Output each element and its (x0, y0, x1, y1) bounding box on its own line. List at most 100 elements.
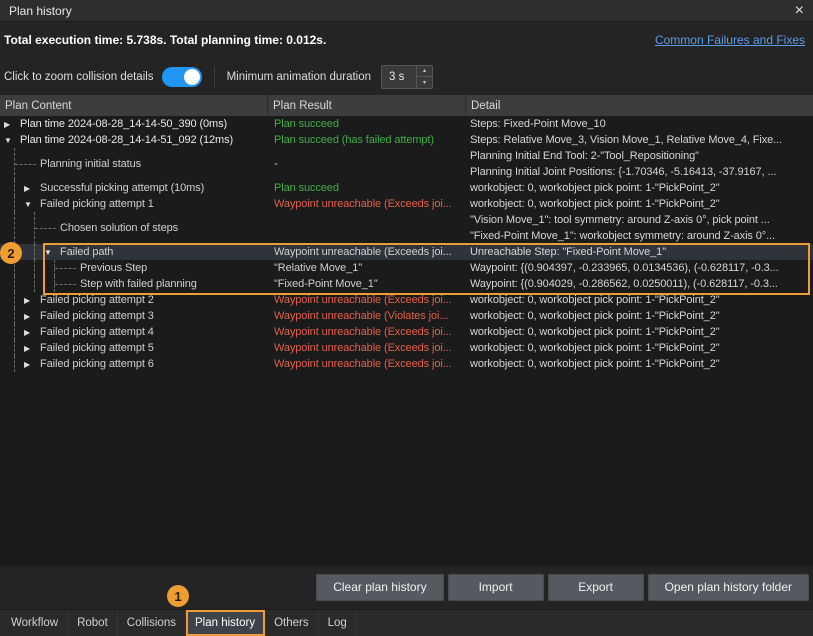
plan-result-cell: Waypoint unreachable (Exceeds joi... (268, 324, 466, 340)
toggle-knob (184, 69, 200, 85)
detail-line: workobject: 0, workobject pick point: 1-… (470, 180, 811, 196)
zoom-collision-toggle[interactable] (162, 67, 202, 87)
tab-plan-history[interactable]: Plan history (186, 610, 265, 636)
plan-row-plan-time-2024-08-28-14-14-51-092-12ms[interactable]: ▼Plan time 2024-08-28_14-14-51_092 (12ms… (0, 132, 813, 148)
plan-content-label: Failed picking attempt 5 (40, 342, 154, 354)
plan-content-label: Failed picking attempt 6 (40, 358, 154, 370)
detail-line: workobject: 0, workobject pick point: 1-… (470, 292, 811, 308)
detail-line: workobject: 0, workobject pick point: 1-… (470, 324, 811, 340)
detail-cell: workobject: 0, workobject pick point: 1-… (466, 356, 813, 372)
tree-expanded-icon[interactable]: ▼ (4, 136, 20, 145)
detail-cell: Waypoint: {(0.904397, -0.233965, 0.01345… (466, 260, 813, 276)
plan-row-successful-picking-attempt-10ms[interactable]: ▶Successful picking attempt (10ms)Plan s… (0, 180, 813, 196)
detail-line: Steps: Fixed-Point Move_10 (470, 116, 811, 132)
plan-row-failed-picking-attempt-3[interactable]: ▶Failed picking attempt 3Waypoint unreac… (0, 308, 813, 324)
plan-result-cell: Waypoint unreachable (Exceeds joi... (268, 340, 466, 356)
detail-cell: workobject: 0, workobject pick point: 1-… (466, 340, 813, 356)
column-header-plan-content[interactable]: Plan Content (0, 95, 268, 116)
close-icon[interactable]: × (795, 3, 804, 19)
plan-row-failed-path[interactable]: ▼Failed path Waypoint unreachable (Exceed… (0, 244, 813, 260)
tab-collisions[interactable]: Collisions (118, 610, 186, 636)
plan-result-cell: Waypoint unreachable (Exceeds joi... (268, 196, 466, 212)
plan-content-label: Failed picking attempt 4 (40, 326, 154, 338)
import-button[interactable]: Import (448, 574, 544, 601)
tree-collapsed-icon[interactable]: ▶ (24, 328, 40, 337)
controls-bar: Click to zoom collision details Minimum … (0, 58, 813, 95)
plan-row-previous-step[interactable]: Previous Step "Relative Move_1"Waypoint: … (0, 260, 813, 276)
tree-collapsed-icon[interactable]: ▶ (24, 296, 40, 305)
open-plan-history-folder-button[interactable]: Open plan history folder (648, 574, 809, 601)
tree-guide (4, 180, 24, 196)
plan-content-label: Failed picking attempt 2 (40, 294, 154, 306)
detail-line: Waypoint: {(0.904397, -0.233965, 0.01345… (470, 260, 811, 276)
column-header-plan-result[interactable]: Plan Result (268, 95, 466, 116)
tree-collapsed-icon[interactable]: ▶ (24, 312, 40, 321)
detail-cell: workobject: 0, workobject pick point: 1-… (466, 324, 813, 340)
tree-collapsed-icon[interactable]: ▶ (24, 344, 40, 353)
tree-connector (64, 260, 80, 276)
spin-up-icon[interactable]: ▴ (417, 66, 432, 78)
plan-content-label: Failed path (60, 246, 113, 258)
zoom-collision-label: Click to zoom collision details (4, 71, 154, 83)
spin-down-icon[interactable]: ▾ (417, 77, 432, 88)
duration-spinbox[interactable]: 3 s ▴ ▾ (381, 65, 433, 89)
window-title: Plan history (9, 4, 72, 18)
plan-row-failed-picking-attempt-6[interactable]: ▶Failed picking attempt 6 Waypoint unreac… (0, 356, 813, 372)
tree-collapsed-icon[interactable]: ▶ (24, 360, 40, 369)
detail-line: workobject: 0, workobject pick point: 1-… (470, 196, 811, 212)
tree-guide (24, 276, 44, 292)
plan-result-cell: Waypoint unreachable (Exceeds joi... (268, 356, 466, 372)
tab-robot[interactable]: Robot (68, 610, 118, 636)
annotation-circle-2: 2 (0, 242, 22, 264)
tree-guide (4, 308, 24, 324)
plan-content-label: Previous Step (80, 262, 147, 274)
plan-result-cell: - (268, 148, 466, 180)
plan-result-cell (268, 212, 466, 244)
tree-guide (4, 356, 24, 372)
detail-line: workobject: 0, workobject pick point: 1-… (470, 340, 811, 356)
common-failures-link[interactable]: Common Failures and Fixes (655, 33, 805, 47)
animation-duration-label: Minimum animation duration (227, 71, 371, 83)
tree-collapsed-icon[interactable]: ▶ (4, 120, 20, 129)
plan-result-cell: Plan succeed (268, 116, 466, 132)
plan-row-failed-picking-attempt-2[interactable]: ▶Failed picking attempt 2 Waypoint unreac… (0, 292, 813, 308)
plan-row-failed-picking-attempt-1[interactable]: ▼Failed picking attempt 1 Waypoint unreac… (0, 196, 813, 212)
export-button[interactable]: Export (548, 574, 644, 601)
plan-result-cell: Waypoint unreachable (Exceeds joi... (268, 292, 466, 308)
summary-bar: Total execution time: 5.738s. Total plan… (0, 22, 813, 58)
tree-expanded-icon[interactable]: ▼ (44, 248, 60, 257)
plan-content-label: Plan time 2024-08-28_14-14-51_092 (12ms) (20, 134, 233, 146)
plan-row-planning-initial-status[interactable]: Planning initial status-Planning Initial… (0, 148, 813, 180)
clear-plan-history-button[interactable]: Clear plan history (316, 574, 443, 601)
plan-row-plan-time-2024-08-28-14-14-50-390-0ms[interactable]: ▶Plan time 2024-08-28_14-14-50_390 (0ms)… (0, 116, 813, 132)
tree-collapsed-icon[interactable]: ▶ (24, 184, 40, 193)
plan-result-cell: Waypoint unreachable (Exceeds joi... (268, 244, 466, 260)
detail-line: "Fixed-Point Move_1": workobject symmetr… (470, 228, 811, 244)
detail-cell: workobject: 0, workobject pick point: 1-… (466, 292, 813, 308)
plan-row-failed-picking-attempt-5[interactable]: ▶Failed picking attempt 5 Waypoint unreac… (0, 340, 813, 356)
tab-others[interactable]: Others (265, 610, 319, 636)
tab-workflow[interactable]: Workflow (2, 610, 68, 636)
plan-content-label: Planning initial status (40, 158, 141, 170)
plan-result-cell: "Relative Move_1" (268, 260, 466, 276)
plan-row-step-with-failed-planning[interactable]: Step with failed planning"Fixed-Point Mo… (0, 276, 813, 292)
plan-row-chosen-solution-of-steps[interactable]: Chosen solution of steps"Vision Move_1":… (0, 212, 813, 244)
footer-buttons: Clear plan historyImportExportOpen plan … (0, 572, 813, 602)
duration-value[interactable]: 3 s (382, 66, 416, 88)
divider (214, 66, 215, 88)
plan-result-cell: Waypoint unreachable (Violates joi... (268, 308, 466, 324)
detail-line: "Vision Move_1": tool symmetry: around Z… (470, 212, 811, 228)
plan-row-failed-picking-attempt-4[interactable]: ▶Failed picking attempt 4 Waypoint unreac… (0, 324, 813, 340)
detail-cell: Unreachable Step: "Fixed-Point Move_1" (466, 244, 813, 260)
plan-content-label: Failed picking attempt 1 (40, 198, 154, 210)
tab-log[interactable]: Log (319, 610, 357, 636)
detail-cell: workobject: 0, workobject pick point: 1-… (466, 308, 813, 324)
table-header: Plan Content Plan Result Detail (0, 95, 813, 116)
plan-content-label: Plan time 2024-08-28_14-14-50_390 (0ms) (20, 118, 227, 130)
column-header-detail[interactable]: Detail (466, 95, 813, 116)
plan-result-cell: Plan succeed (has failed attempt) (268, 132, 466, 148)
tree-guide (4, 340, 24, 356)
tree-expanded-icon[interactable]: ▼ (24, 200, 40, 209)
annotation-circle-1: 1 (167, 585, 189, 607)
total-time-text: Total execution time: 5.738s. Total plan… (4, 33, 326, 47)
